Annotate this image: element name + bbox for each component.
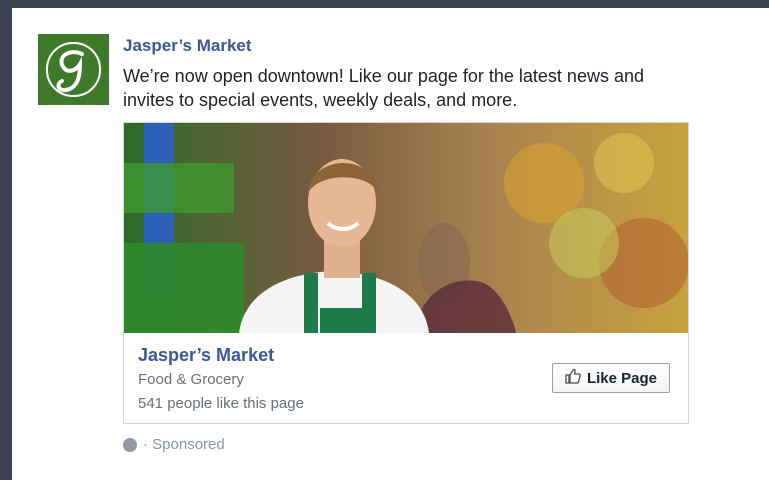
ad-attachment[interactable]: Jasper’s Market Food & Grocery 541 peopl… bbox=[123, 122, 689, 424]
sponsored-label[interactable]: · Sponsored bbox=[143, 436, 225, 453]
like-page-button[interactable]: Like Page bbox=[552, 363, 670, 393]
globe-icon bbox=[123, 437, 137, 452]
ad-page-name-link[interactable]: Jasper’s Market bbox=[138, 345, 274, 366]
like-page-button-label: Like Page bbox=[586, 369, 658, 387]
post-message: We’re now open downtown! Like our page f… bbox=[123, 66, 644, 110]
thumbs-up-icon bbox=[565, 368, 581, 388]
sponsored-meta: · Sponsored bbox=[123, 436, 225, 453]
ad-like-count: 541 people like this page bbox=[138, 395, 304, 412]
jaspers-market-logo-icon[interactable] bbox=[38, 34, 109, 105]
sponsored-post-card: Jasper’s Market We’re now open downtown!… bbox=[12, 8, 769, 480]
post-page-name-link[interactable]: Jasper’s Market bbox=[123, 36, 252, 56]
ad-category: Food & Grocery bbox=[138, 371, 244, 388]
ad-image[interactable] bbox=[124, 123, 688, 333]
